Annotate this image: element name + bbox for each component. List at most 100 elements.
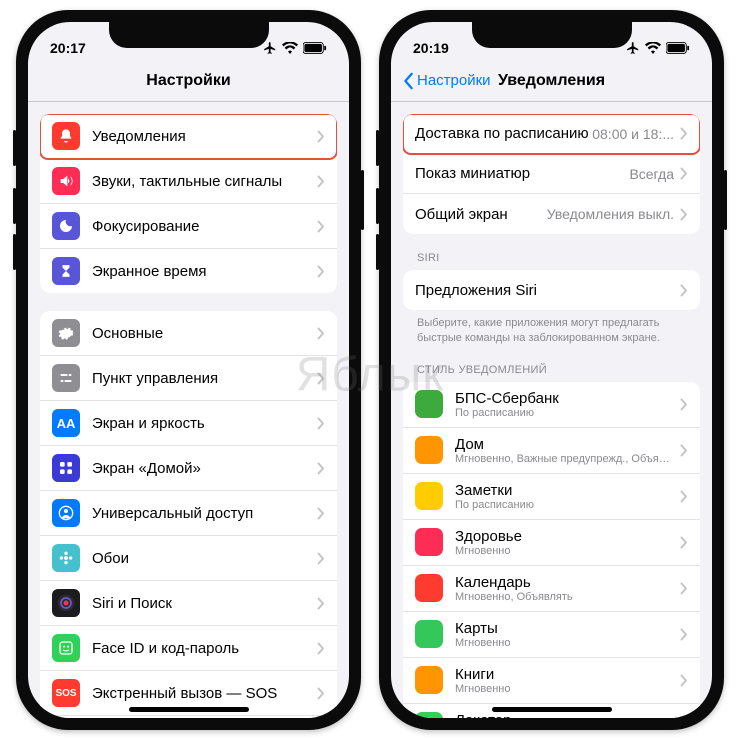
- row-label: Экстренный вызов — SOS: [92, 685, 317, 702]
- app-icon: [415, 390, 443, 418]
- screen-right: 20:19 Настройки Уведомления Доставка по …: [391, 22, 712, 718]
- row-subtitle: Мгновенно: [455, 683, 680, 695]
- row-value: Уведомления выкл.: [547, 206, 674, 222]
- row-subtitle: Мгновенно: [455, 637, 680, 649]
- row-label: Карты: [455, 620, 680, 637]
- chevron-right-icon: [317, 327, 325, 340]
- settings-row[interactable]: AA Экран и яркость: [40, 401, 337, 446]
- wifi-icon: [282, 42, 298, 54]
- row-icon: [52, 122, 80, 150]
- settings-row[interactable]: Экран «Домой»: [40, 446, 337, 491]
- settings-row[interactable]: Фокусирование: [40, 204, 337, 249]
- row-label: Заметки: [455, 482, 680, 499]
- settings-row[interactable]: Уведомления: [40, 114, 337, 159]
- section-footer: Выберите, какие приложения могут предлаг…: [403, 310, 700, 346]
- row-label: Предложения Siri: [415, 282, 680, 299]
- chevron-right-icon: [317, 507, 325, 520]
- chevron-right-icon: [680, 536, 688, 549]
- back-button[interactable]: Настройки: [403, 72, 491, 90]
- navbar: Настройки Уведомления: [391, 62, 712, 102]
- chevron-right-icon: [317, 372, 325, 385]
- row-label: Экран «Домой»: [92, 460, 317, 477]
- row-label: Face ID и код-пароль: [92, 640, 317, 657]
- chevron-right-icon: [680, 208, 688, 221]
- section-header: SIRI: [403, 252, 700, 270]
- airplane-icon: [263, 41, 277, 55]
- wifi-icon: [645, 42, 661, 54]
- settings-row[interactable]: ЗдоровьеМгновенно: [403, 520, 700, 566]
- row-label: Основные: [92, 325, 317, 342]
- settings-row[interactable]: Экранное время: [40, 249, 337, 293]
- chevron-right-icon: [317, 462, 325, 475]
- chevron-right-icon: [680, 284, 688, 297]
- row-icon: [52, 634, 80, 662]
- settings-row[interactable]: Siri и Поиск: [40, 581, 337, 626]
- row-label: БПС-Сбербанк: [455, 390, 680, 407]
- row-icon: [52, 454, 80, 482]
- settings-row[interactable]: Доставка по расписанию08:00 и 18:...: [403, 114, 700, 154]
- row-label: Показ миниатюр: [415, 165, 629, 182]
- home-indicator[interactable]: [129, 707, 249, 712]
- app-icon: [415, 482, 443, 510]
- back-label: Настройки: [417, 72, 491, 89]
- row-label: Локатор: [455, 712, 680, 718]
- row-value: 08:00 и 18:...: [592, 126, 674, 142]
- settings-row[interactable]: Уведомления о контакте: [40, 716, 337, 718]
- screen-left: 20:17 Настройки Уведомления Звуки, тактил…: [28, 22, 349, 718]
- row-label: Экранное время: [92, 263, 317, 280]
- row-label: Универсальный доступ: [92, 505, 317, 522]
- settings-row[interactable]: ДомМгновенно, Важные предупрежд., Объя…: [403, 428, 700, 474]
- airplane-icon: [626, 41, 640, 55]
- settings-row[interactable]: Основные: [40, 311, 337, 356]
- settings-row[interactable]: Пункт управления: [40, 356, 337, 401]
- page-title: Настройки: [28, 72, 349, 90]
- settings-row[interactable]: Универсальный доступ: [40, 491, 337, 536]
- chevron-right-icon: [317, 130, 325, 143]
- chevron-right-icon: [317, 265, 325, 278]
- row-label: Здоровье: [455, 528, 680, 545]
- status-icons: [263, 41, 327, 55]
- row-icon: [52, 589, 80, 617]
- row-label: Уведомления: [92, 128, 317, 145]
- settings-row[interactable]: Общий экранУведомления выкл.: [403, 194, 700, 234]
- row-label: Экран и яркость: [92, 415, 317, 432]
- settings-row[interactable]: КнигиМгновенно: [403, 658, 700, 704]
- settings-row[interactable]: Face ID и код-пароль: [40, 626, 337, 671]
- battery-icon: [303, 42, 327, 54]
- row-icon: [52, 257, 80, 285]
- app-icon: [415, 574, 443, 602]
- row-label: Обои: [92, 550, 317, 567]
- chevron-right-icon: [317, 597, 325, 610]
- chevron-right-icon: [680, 167, 688, 180]
- row-icon: [52, 364, 80, 392]
- settings-row[interactable]: ЗаметкиПо расписанию: [403, 474, 700, 520]
- row-icon: [52, 499, 80, 527]
- row-icon: AA: [52, 409, 80, 437]
- status-time: 20:17: [50, 40, 86, 56]
- settings-row[interactable]: Показ миниатюрВсегда: [403, 154, 700, 194]
- row-label: Siri и Поиск: [92, 595, 317, 612]
- settings-row[interactable]: КалендарьМгновенно, Объявлять: [403, 566, 700, 612]
- chevron-right-icon: [317, 552, 325, 565]
- row-label: Фокусирование: [92, 218, 317, 235]
- row-subtitle: Мгновенно: [455, 545, 680, 557]
- settings-row[interactable]: Звуки, тактильные сигналы: [40, 159, 337, 204]
- settings-row[interactable]: Обои: [40, 536, 337, 581]
- row-icon: SOS: [52, 679, 80, 707]
- section-header: СТИЛЬ УВЕДОМЛЕНИЙ: [403, 364, 700, 382]
- row-label: Дом: [455, 436, 680, 453]
- settings-row[interactable]: БПС-СбербанкПо расписанию: [403, 382, 700, 428]
- navbar: Настройки: [28, 62, 349, 102]
- row-label: Доставка по расписанию: [415, 125, 592, 142]
- notch: [109, 22, 269, 48]
- app-icon: [415, 528, 443, 556]
- chevron-right-icon: [680, 674, 688, 687]
- chevron-right-icon: [317, 642, 325, 655]
- settings-row[interactable]: Предложения Siri: [403, 270, 700, 310]
- settings-row[interactable]: КартыМгновенно: [403, 612, 700, 658]
- row-value: Всегда: [629, 166, 674, 182]
- chevron-right-icon: [317, 220, 325, 233]
- home-indicator[interactable]: [492, 707, 612, 712]
- app-icon: [415, 620, 443, 648]
- notch: [472, 22, 632, 48]
